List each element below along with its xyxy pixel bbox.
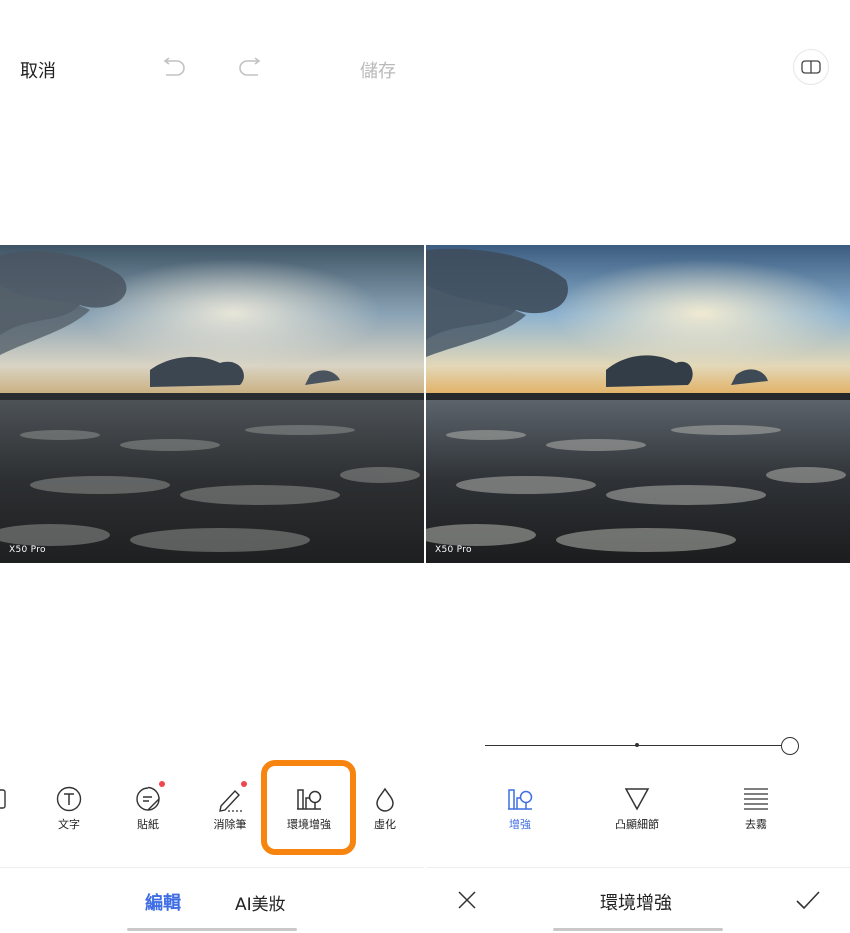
option-dehaze[interactable]: 去霧 — [721, 786, 791, 832]
eraser-badge — [241, 781, 247, 787]
tool-text-label: 文字 — [58, 818, 80, 831]
tab-ai-makeup[interactable]: AI美妝 — [235, 890, 286, 915]
close-icon[interactable] — [457, 890, 477, 910]
divider — [0, 867, 424, 868]
panel-title: 環境增強 — [600, 893, 672, 914]
tool-eraser-label: 消除筆 — [213, 818, 247, 831]
partial-tool-icon[interactable] — [0, 788, 6, 810]
scene-enhance-icon — [508, 789, 533, 810]
eraser-pen-icon — [219, 789, 242, 812]
triangle-detail-icon — [624, 788, 650, 811]
tool-text[interactable]: 文字 — [34, 786, 104, 832]
slider-center-mark — [635, 743, 639, 747]
option-detail[interactable]: 凸顯細節 — [602, 786, 672, 832]
camera-watermark: X50 Pro — [435, 545, 472, 555]
tool-sticker-label: 貼紙 — [137, 818, 159, 831]
dehaze-icon — [744, 788, 768, 810]
home-indicator — [127, 928, 297, 931]
tool-blur[interactable]: 虛化 — [350, 786, 420, 832]
compare-button[interactable] — [793, 49, 829, 85]
blur-drop-icon — [376, 787, 394, 812]
camera-watermark: X50 Pro — [9, 545, 46, 555]
photo-enhanced: X50 Pro — [426, 245, 850, 563]
sticker-icon — [136, 786, 160, 811]
option-enhance[interactable]: 增強 — [485, 786, 555, 832]
home-indicator — [553, 928, 723, 931]
sticker-badge — [159, 781, 165, 787]
divider — [426, 867, 850, 868]
option-enhance-label: 增強 — [509, 818, 531, 831]
tool-blur-label: 虛化 — [374, 818, 396, 831]
photo-original: X50 Pro — [0, 245, 424, 563]
compare-icon — [801, 60, 821, 74]
option-detail-label: 凸顯細節 — [615, 818, 659, 831]
tab-edit[interactable]: 編輯 — [145, 889, 181, 915]
undo-icon[interactable] — [160, 57, 186, 79]
text-icon — [56, 786, 82, 812]
redo-icon[interactable] — [238, 57, 264, 79]
save-button[interactable]: 儲存 — [360, 57, 396, 83]
intensity-slider-thumb[interactable] — [781, 737, 799, 755]
cancel-button[interactable]: 取消 — [20, 57, 56, 83]
tool-eraser[interactable]: 消除筆 — [195, 786, 265, 832]
tool-sticker[interactable]: 貼紙 — [113, 786, 183, 832]
confirm-check-icon[interactable] — [795, 890, 821, 912]
option-dehaze-label: 去霧 — [745, 818, 767, 831]
highlight-box — [261, 760, 356, 855]
